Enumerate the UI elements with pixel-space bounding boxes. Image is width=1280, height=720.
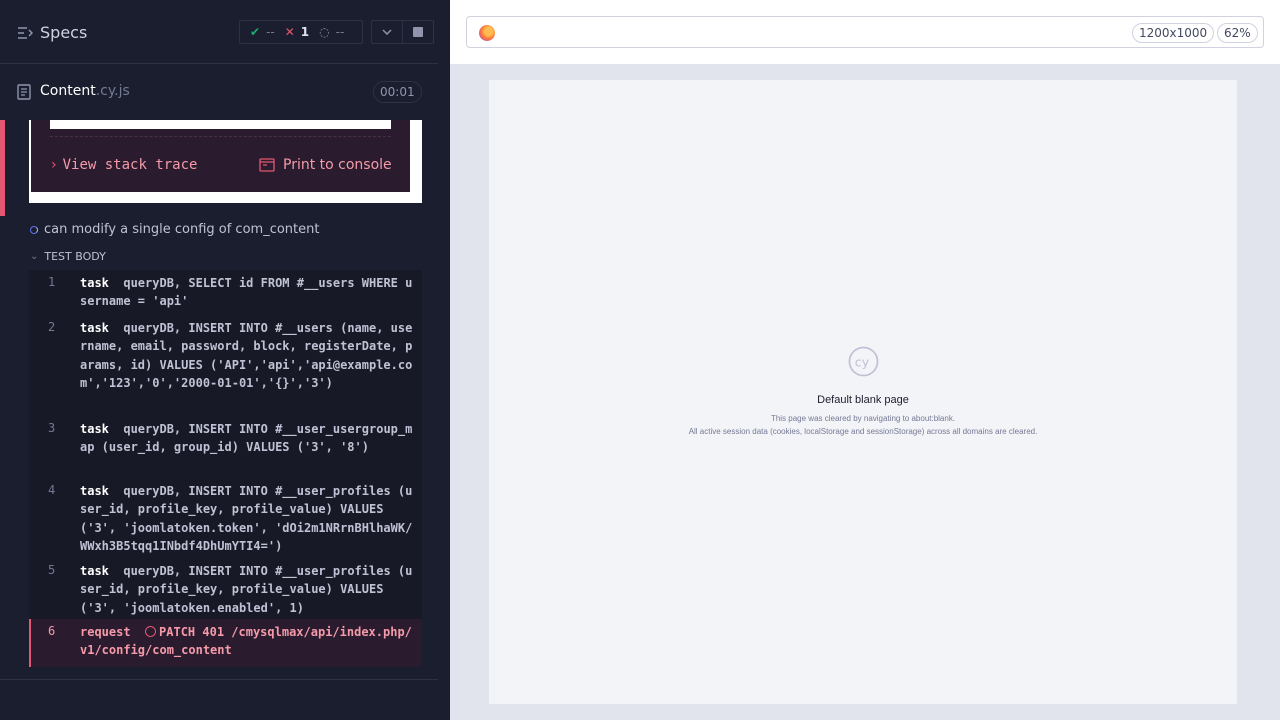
command-number: 5: [48, 563, 56, 577]
failed-command-row[interactable]: 6 request PATCH 401 /cmysqlmax/api/index…: [29, 619, 422, 667]
view-stack-trace-button[interactable]: › View stack trace: [51, 157, 197, 173]
panel-resize-handle[interactable]: [438, 0, 450, 720]
chevron-down-icon: [382, 29, 392, 35]
x-icon: ✕: [284, 25, 295, 39]
print-to-console-button[interactable]: Print to console: [259, 157, 392, 173]
command-name: task: [80, 564, 109, 578]
code-frame: [50, 120, 391, 129]
cypress-logo-icon: cy: [848, 346, 878, 377]
specs-label[interactable]: Specs: [40, 23, 87, 42]
command-message: queryDB, INSERT INTO #__user_usergroup_m…: [80, 422, 413, 455]
command-message: queryDB, SELECT id FROM #__users WHERE u…: [80, 276, 413, 309]
error-divider: [50, 136, 391, 137]
command-number: 6: [48, 624, 56, 638]
aut-header: 1200x1000 62%: [450, 0, 1280, 64]
command-row[interactable]: 4 task queryDB, INSERT INTO #__user_prof…: [29, 478, 422, 556]
console-icon: [259, 158, 275, 172]
toggle-auto-scroll-button[interactable]: [372, 21, 402, 43]
test-title-label: can modify a single config of com_conten…: [44, 222, 320, 237]
command-number: 1: [48, 275, 56, 289]
command-name: task: [80, 422, 109, 436]
spec-file-name: Content.cy.js: [40, 83, 130, 99]
error-box: › View stack trace Print to console: [29, 120, 422, 203]
check-icon: ✔: [250, 25, 261, 39]
chevron-down-icon: ⌄: [30, 251, 39, 262]
pending-count: --: [335, 25, 345, 39]
command-name: task: [80, 276, 109, 290]
aut-iframe[interactable]: cy Default blank page This page was clea…: [489, 80, 1237, 704]
reporter-panel: Specs ✔ -- ✕ 1 ◌ -- Content.cy.js 00:01 …: [0, 0, 438, 720]
app-under-test-panel: 1200x1000 62% cy Default blank page This…: [450, 0, 1280, 720]
stop-icon: [413, 27, 424, 37]
firefox-icon[interactable]: [479, 25, 495, 41]
spec-duration: 00:01: [373, 81, 422, 103]
passed-stat: ✔ --: [250, 25, 275, 39]
blank-page-message: cy Default blank page This page was clea…: [489, 346, 1237, 438]
command-message: queryDB, INSERT INTO #__users (name, use…: [80, 321, 413, 390]
failed-count: 1: [300, 25, 310, 39]
blank-page-title: Default blank page: [817, 394, 909, 406]
print-to-console-label: Print to console: [283, 157, 392, 173]
chevron-right-icon: ›: [51, 157, 57, 173]
command-name: task: [80, 484, 109, 498]
command-row[interactable]: 3 task queryDB, INSERT INTO #__user_user…: [29, 416, 422, 476]
failed-request-icon: [145, 626, 157, 637]
command-number: 2: [48, 320, 56, 334]
command-name: request: [80, 625, 131, 639]
command-row[interactable]: 5 task queryDB, INSERT INTO #__user_prof…: [29, 558, 422, 618]
run-controls: [371, 20, 434, 44]
error-inner: › View stack trace Print to console: [31, 120, 410, 192]
command-number: 4: [48, 483, 56, 497]
running-spinner-icon: [30, 225, 38, 234]
command-name: task: [80, 321, 109, 335]
command-log: 1 task queryDB, SELECT id FROM #__users …: [29, 270, 422, 667]
command-message: queryDB, INSERT INTO #__user_profiles (u…: [80, 484, 413, 553]
reporter-footer-divider: [0, 679, 438, 680]
url-bar[interactable]: 1200x1000 62%: [466, 16, 1264, 48]
command-row[interactable]: 1 task queryDB, SELECT id FROM #__users …: [29, 270, 422, 312]
pending-stat: ◌ --: [319, 25, 344, 39]
command-number: 3: [48, 421, 56, 435]
test-title[interactable]: can modify a single config of com_conten…: [30, 222, 319, 237]
command-message: queryDB, INSERT INTO #__user_profiles (u…: [80, 564, 413, 615]
error-panel: › View stack trace Print to console: [0, 120, 422, 216]
test-body-label: TEST BODY: [44, 250, 106, 263]
svg-text:cy: cy: [854, 354, 869, 369]
view-stack-trace-label: View stack trace: [62, 157, 198, 173]
failed-stat: ✕ 1: [285, 25, 309, 39]
blank-page-line-2: All active session data (cookies, localS…: [688, 427, 1038, 436]
test-stats: ✔ -- ✕ 1 ◌ --: [239, 20, 363, 44]
spec-header: Content.cy.js 00:01: [0, 64, 438, 120]
document-icon: [17, 84, 31, 100]
blank-page-line-1: This page was cleared by navigating to a…: [770, 414, 956, 423]
pending-icon: ◌: [319, 25, 330, 39]
reporter-header: Specs ✔ -- ✕ 1 ◌ --: [0, 0, 438, 64]
viewport-size-badge[interactable]: 1200x1000: [1132, 23, 1215, 43]
command-row[interactable]: 2 task queryDB, INSERT INTO #__users (na…: [29, 315, 422, 413]
zoom-level-badge: 62%: [1217, 23, 1258, 43]
test-body-header[interactable]: ⌄ TEST BODY: [30, 250, 106, 263]
stop-button[interactable]: [402, 21, 433, 43]
failed-test-indicator: [0, 120, 5, 216]
specs-list-icon[interactable]: [17, 26, 33, 40]
passed-count: --: [266, 25, 275, 39]
